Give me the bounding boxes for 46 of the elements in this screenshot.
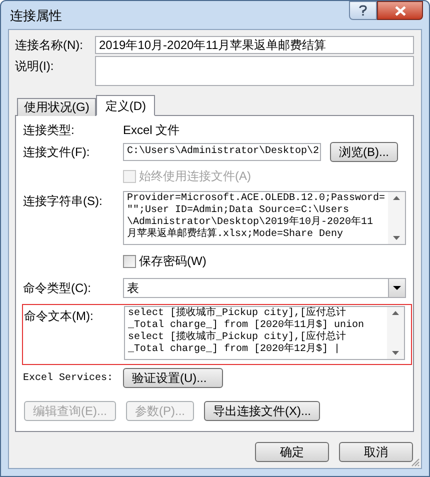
scroll-up-icon[interactable] <box>393 196 400 200</box>
close-icon <box>394 6 406 16</box>
text-line: 月苹果返单邮费结算.xlsx;Mode=Share Deny <box>127 229 344 241</box>
scroll-down-icon[interactable] <box>393 236 400 240</box>
field-label: Excel Services: <box>23 372 114 386</box>
file-path-field[interactable]: C:\Users\Administrator\Desktop\2 <box>123 143 321 161</box>
field-label: 连接名称(N): <box>15 37 84 54</box>
name-field[interactable]: 2019年10月-2020年11月苹果返单邮费结算 <box>95 36 414 54</box>
text-line: Provider=Microsoft.ACE.OLEDB.12.0;Password= <box>127 193 386 204</box>
text-line: _Total charge_] from [2020年12月$] | <box>128 344 342 356</box>
text-line: \Administrator\Desktop\2019年10月-2020年11 <box>127 217 374 228</box>
text-line: "";User ID=Admin;Data Source=C:\Users <box>127 205 350 216</box>
scroll-down-icon[interactable] <box>392 351 399 355</box>
caret-icon <box>393 286 401 290</box>
text-line: select [揽收城市_Pickup city],[应付总计 <box>128 332 348 343</box>
field-label: 命令文本(M): <box>24 308 94 325</box>
command-type-select[interactable]: 表 <box>123 278 406 298</box>
browse-button[interactable]: 浏览(B)... <box>330 142 398 162</box>
checkbox[interactable] <box>123 254 136 268</box>
field-label: 连接类型: <box>23 122 76 139</box>
scrollbar[interactable] <box>387 307 404 359</box>
description-field[interactable] <box>95 56 414 86</box>
checkbox-label: 保存密码(W) <box>139 253 206 270</box>
dialog-button[interactable]: 取消 <box>339 442 413 462</box>
connection-string-field[interactable]: Provider=Microsoft.ACE.OLEDB.12.0;Password= "";User ID=Admin;Data Source=C:\Users \Administrator\Desktop\2019年10月-2020年11 月苹果返单邮费结算.xlsx;Mode=Share Deny <box>123 191 406 245</box>
resize-grip-icon[interactable] <box>410 457 420 467</box>
tab[interactable]: 使用状况(G) <box>17 98 96 116</box>
dialog-button[interactable]: 确定 <box>255 442 329 462</box>
close-button[interactable] <box>377 1 423 20</box>
help-button[interactable] <box>349 1 377 20</box>
dropdown-button[interactable] <box>388 279 405 297</box>
action-button[interactable]: 导出连接文件(X)... <box>204 401 320 421</box>
scrollbar[interactable] <box>388 192 405 244</box>
window-title: 连接属性 <box>10 7 62 25</box>
select-value: 表 <box>127 280 139 297</box>
auth-settings-button[interactable]: 验证设置(U)... <box>123 368 223 388</box>
field-label: 连接字符串(S): <box>23 193 104 210</box>
field-label: 说明(I): <box>15 58 55 75</box>
tab[interactable]: 定义(D) <box>96 95 155 116</box>
scroll-up-icon[interactable] <box>392 311 399 315</box>
field-label: 连接文件(F): <box>23 144 91 161</box>
checkbox-label: 始终使用连接文件(A) <box>139 168 251 185</box>
connection-type-value: Excel 文件 <box>123 122 180 139</box>
field-label: 命令类型(C): <box>23 280 92 297</box>
help-icon <box>359 5 367 16</box>
text-line: _Total charge_] from [2020年11月$] union <box>128 320 366 331</box>
